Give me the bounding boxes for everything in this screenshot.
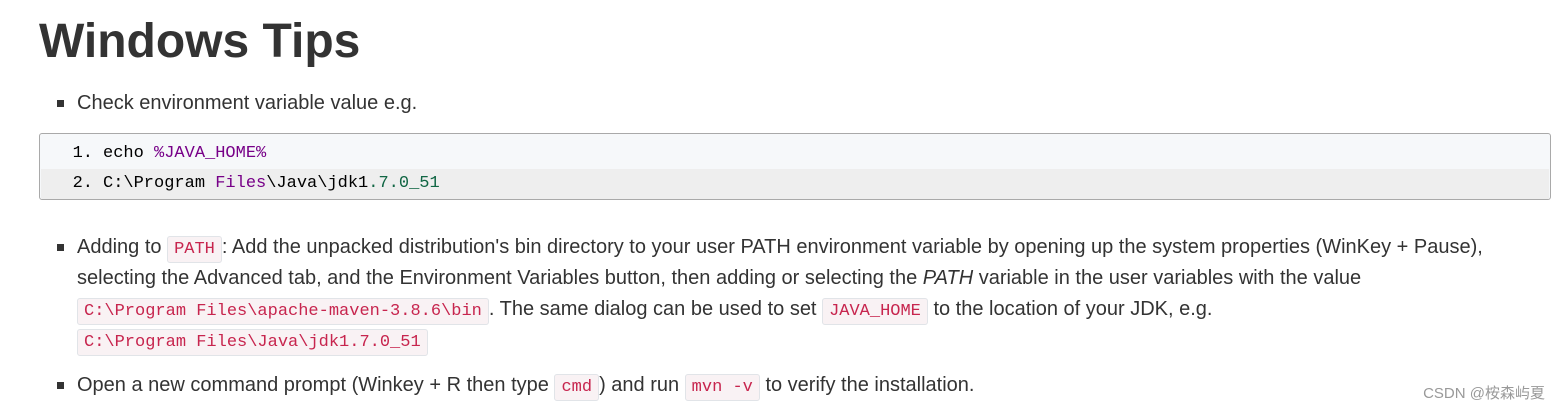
inline-code-java-home: JAVA_HOME (822, 298, 928, 325)
code-line-1: 1. echo %JAVA_HOME% (41, 139, 1549, 169)
emphasis-path: PATH (922, 267, 974, 289)
code-token: echo (103, 144, 155, 163)
bullet-adding-path-line-1: Adding to PATH: Add the unpacked distrib… (77, 232, 1483, 265)
text: Open a new command prompt (Winkey + R th… (77, 374, 555, 396)
text: : Add the unpacked distribution's bin di… (221, 236, 1483, 258)
bullet-marker (57, 100, 64, 107)
code-token-number: .0_51 (388, 174, 440, 193)
bullet-adding-path-line-3: C:\Program Files\apache-maven-3.8.6\bin.… (77, 294, 1213, 327)
inline-code-jdk-path: C:\Program Files\Java\jdk1.7.0_51 (77, 329, 428, 356)
text: to the location of your JDK, e.g. (927, 298, 1213, 320)
inline-code-mvn-v: mvn -v (684, 374, 760, 401)
code-token: \Java\jdk1 (266, 174, 369, 193)
bullet-adding-path-line-4: C:\Program Files\Java\jdk1.7.0_51 (77, 325, 428, 358)
line-number: 1. (72, 144, 93, 163)
text: variable in the user variables with the … (973, 267, 1362, 289)
line-number: 2. (72, 174, 93, 193)
code-token-variable: %JAVA_HOME% (154, 144, 267, 163)
text: Adding to (77, 236, 168, 258)
bullet-check-env: Check environment variable value e.g. (77, 88, 417, 119)
page-title: Windows Tips (39, 15, 361, 68)
text: selecting the Advanced tab, and the Envi… (77, 267, 923, 289)
inline-code-cmd: cmd (554, 374, 600, 401)
bullet-text: Check environment variable value e.g. (77, 92, 418, 114)
text: . The same dialog can be used to set (488, 298, 823, 320)
code-token-number: .7 (368, 174, 389, 193)
bullet-marker (57, 244, 64, 251)
inline-code-path: PATH (167, 236, 222, 263)
text: ) and run (599, 374, 685, 396)
code-token-keyword: Files (215, 174, 267, 193)
code-token: C:\Program (103, 174, 216, 193)
bullet-adding-path-line-2: selecting the Advanced tab, and the Envi… (77, 263, 1361, 294)
bullet-marker (57, 382, 64, 389)
text: to verify the installation. (759, 374, 975, 396)
watermark: CSDN @桉森屿夏 (1423, 385, 1545, 402)
code-line-2: 2. C:\Program Files\Java\jdk1.7.0_51 (41, 169, 1549, 199)
code-block[interactable]: 1. echo %JAVA_HOME% 2. C:\Program Files\Ja… (39, 133, 1551, 200)
bullet-open-cmd: Open a new command prompt (Winkey + R th… (77, 370, 974, 403)
inline-code-maven-path: C:\Program Files\apache-maven-3.8.6\bin (77, 298, 489, 325)
